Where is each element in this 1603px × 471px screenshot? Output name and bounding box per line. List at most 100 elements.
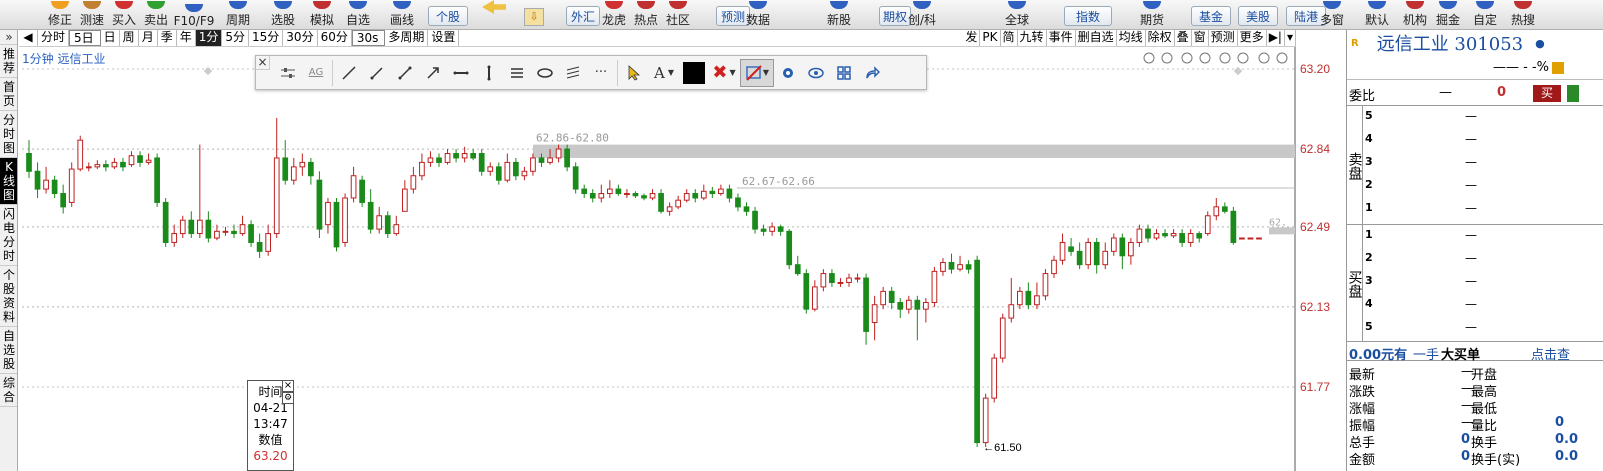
action-7[interactable]: 均线	[1117, 30, 1146, 46]
toolbar-30-button[interactable]: 掘金	[1430, 0, 1466, 29]
lock-icon[interactable]: ▶|	[1267, 30, 1285, 46]
toolbar-4-button[interactable]: 卖出	[138, 0, 174, 29]
arrow-line-tool-icon[interactable]	[419, 59, 447, 87]
gear-icon[interactable]: ⚙	[282, 392, 294, 404]
mini-tool-icon[interactable]	[1276, 52, 1288, 64]
period-1[interactable]: 分时	[38, 30, 70, 46]
share-arrow-icon[interactable]	[858, 59, 886, 87]
text-tool-icon[interactable]: A ▼	[648, 59, 680, 87]
period-2[interactable]: 5日	[69, 30, 101, 46]
action-8[interactable]: 除权	[1146, 30, 1175, 46]
buy-button[interactable]: 买	[1533, 85, 1561, 102]
action-12[interactable]: 更多	[1238, 30, 1267, 46]
toolbar-2-button[interactable]: 测速	[74, 0, 110, 29]
toolbar-25-button[interactable]: 美股	[1238, 6, 1278, 26]
nav-item-6[interactable]: 个股资料	[0, 266, 17, 327]
nav-item-5[interactable]: 闪电分时	[0, 205, 17, 266]
period-4[interactable]: 周	[120, 30, 139, 46]
toolbar-32-button[interactable]: 热搜	[1505, 0, 1541, 29]
toolbar-3-button[interactable]: 买入	[106, 0, 142, 29]
close-icon[interactable]: ×	[282, 380, 294, 392]
period-3[interactable]: 日	[101, 30, 120, 46]
mini-tool-icon[interactable]	[1237, 52, 1249, 64]
toolbar-23-button[interactable]: 期货	[1134, 0, 1170, 29]
toolbar-10-button[interactable]: 画线	[384, 0, 420, 29]
nav-item-4[interactable]: K线图	[0, 158, 17, 205]
gear-icon[interactable]	[774, 59, 802, 87]
action-11[interactable]: 预测	[1209, 30, 1238, 46]
toolbar-22-button[interactable]: 指数	[1064, 6, 1112, 26]
cursor-icon[interactable]	[620, 59, 648, 87]
line-tool-icon[interactable]	[335, 59, 363, 87]
multi-period-button[interactable]: 多周期	[385, 30, 429, 46]
action-1[interactable]: 发	[963, 30, 981, 46]
period-6[interactable]: 季	[158, 30, 177, 46]
toolbar-27-button[interactable]: 多窗	[1314, 0, 1350, 29]
toolbar-12-button[interactable]: 外汇	[566, 6, 600, 26]
kline-chart[interactable]: 63.2062.8462.4962.1361.7762.86-62.8062.6…	[19, 47, 1349, 471]
toolbar-5-button[interactable]: F10/F9	[174, 0, 214, 29]
down-arrow-icon[interactable]: ⇩	[524, 8, 544, 26]
toolbar-20-button[interactable]: 创/科	[904, 0, 940, 29]
action-4[interactable]: 九转	[1018, 30, 1047, 46]
nav-item-3[interactable]: 分时图	[0, 111, 17, 158]
nav-item-1[interactable]: 推荐	[0, 45, 17, 78]
color-picker-icon[interactable]	[680, 59, 708, 87]
mini-tool-icon[interactable]	[1219, 52, 1231, 64]
period-7[interactable]: 年	[177, 30, 196, 46]
mini-tool-icon[interactable]	[1199, 52, 1211, 64]
hide-drawings-icon[interactable]: ▼	[740, 58, 774, 87]
toolbar-6-button[interactable]: 周期	[220, 0, 256, 29]
toolbar-1-button[interactable]: 修正	[42, 0, 78, 29]
vertical-line-tool-icon[interactable]	[475, 59, 503, 87]
period-12[interactable]: 60分	[318, 30, 352, 46]
back-arrow-icon[interactable]	[482, 0, 506, 14]
mini-tool-icon[interactable]	[1258, 52, 1270, 64]
delete-icon[interactable]: ✖ ▼	[708, 59, 740, 87]
period-select[interactable]: 30s	[351, 30, 386, 46]
toolbar-21-button[interactable]: 全球	[999, 0, 1035, 29]
info-icon[interactable]: ●	[1535, 37, 1545, 50]
toolbar-17-button[interactable]: 数据	[740, 0, 776, 29]
period-11[interactable]: 30分	[283, 30, 318, 46]
nav-item-7[interactable]: 自选股	[0, 327, 17, 374]
close-icon[interactable]: ×	[256, 56, 270, 70]
eye-icon[interactable]	[802, 59, 830, 87]
toolbar-15-button[interactable]: 社区	[660, 0, 696, 29]
toolbar-18-button[interactable]: 新股	[821, 0, 857, 29]
arrow-left-icon[interactable]: ◀	[19, 30, 38, 46]
mini-tool-icon[interactable]	[1143, 52, 1155, 64]
toolbar-28-button[interactable]: 默认	[1359, 0, 1395, 29]
toolbar-24-button[interactable]: 基金	[1191, 6, 1231, 26]
mini-tool-icon[interactable]	[1161, 52, 1173, 64]
segment-tool-icon[interactable]	[363, 59, 391, 87]
action-6[interactable]: 删自选	[1076, 30, 1117, 46]
ray-tool-icon[interactable]	[391, 59, 419, 87]
period-10[interactable]: 15分	[249, 30, 284, 46]
dropdown-icon[interactable]: ▾	[1285, 30, 1296, 46]
bigorder-link[interactable]: 点击查	[1531, 344, 1570, 363]
parallel-lines-icon[interactable]	[503, 59, 531, 87]
action-9[interactable]: 叠	[1175, 30, 1192, 46]
horizontal-line-tool-icon[interactable]	[447, 59, 475, 87]
toolbar-29-button[interactable]: 机构	[1397, 0, 1433, 29]
nav-item-8[interactable]: 综合	[0, 374, 17, 407]
settings-button[interactable]: 设置	[428, 30, 460, 46]
toolbar-7-button[interactable]: 选股	[265, 0, 301, 29]
ag-text-icon[interactable]: AG	[302, 59, 330, 87]
toolbar-8-button[interactable]: 模拟	[304, 0, 340, 29]
mini-tool-icon[interactable]	[1181, 52, 1193, 64]
nav-item-2[interactable]: 首页	[0, 78, 17, 111]
collapse-arrow-icon[interactable]: »	[0, 30, 17, 45]
more-icon[interactable]: ···	[587, 59, 615, 87]
period-9[interactable]: 5分	[222, 30, 250, 46]
period-5[interactable]: 月	[139, 30, 158, 46]
toolbar-13-button[interactable]: 龙虎	[596, 0, 632, 29]
toolbar-14-button[interactable]: 热点	[628, 0, 664, 29]
action-5[interactable]: 事件	[1047, 30, 1076, 46]
action-2[interactable]: PK	[980, 30, 1001, 46]
grid-icon[interactable]	[830, 59, 858, 87]
toolbar-31-button[interactable]: 自定	[1467, 0, 1503, 29]
ellipse-tool-icon[interactable]	[531, 59, 559, 87]
action-3[interactable]: 简	[1001, 30, 1018, 46]
